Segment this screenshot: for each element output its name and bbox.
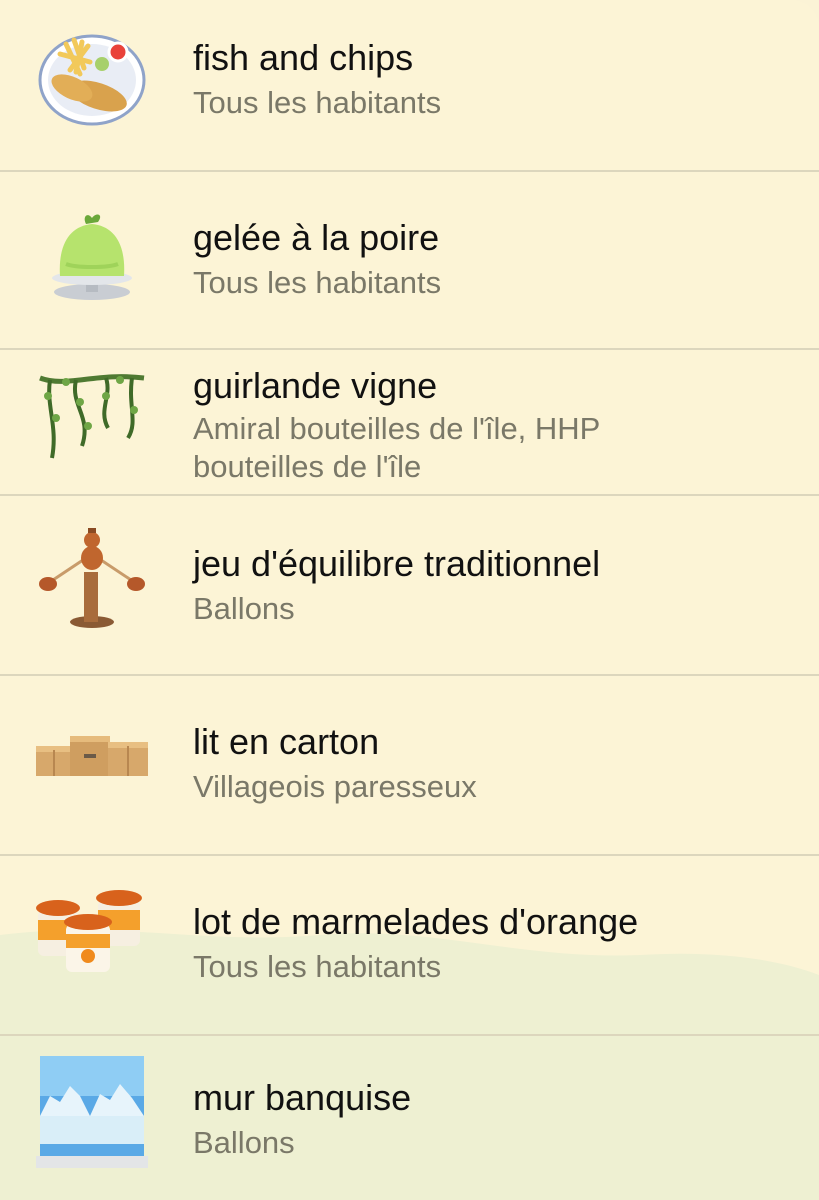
- item-subtitle: Tous les habitants: [193, 949, 442, 984]
- item-subtitle: Tous les habitants: [193, 85, 442, 120]
- item-subtitle: Ballons: [193, 591, 295, 626]
- item-title: gelée à la poire: [193, 217, 440, 258]
- list-item[interactable]: guirlande vigne Amiral bouteilles de l'î…: [0, 350, 819, 496]
- fish-and-chips-icon: [36, 22, 148, 134]
- list-item[interactable]: lot de marmelades d'orange Tous les habi…: [0, 856, 819, 1036]
- item-subtitle: Tous les habitants: [193, 265, 442, 300]
- list-item[interactable]: mur banquise Ballons: [0, 1036, 819, 1200]
- list-item[interactable]: fish and chips Tous les habitants: [0, 0, 819, 172]
- item-title: mur banquise: [193, 1077, 412, 1118]
- list-item[interactable]: lit en carton Villageois paresseux: [0, 676, 819, 856]
- item-title: fish and chips: [193, 37, 414, 78]
- item-subtitle: Ballons: [193, 1125, 295, 1160]
- pear-jelly-icon: [36, 204, 148, 316]
- item-title: jeu d'équilibre traditionnel: [193, 543, 601, 584]
- item-subtitle: Villageois paresseux: [193, 769, 477, 804]
- orange-marmalade-icon: [36, 890, 148, 1002]
- cardboard-bed-icon: [36, 710, 148, 822]
- item-title: lot de marmelades d'orange: [193, 901, 639, 942]
- balance-toy-icon: [36, 522, 148, 634]
- item-title: guirlande vigne: [193, 365, 438, 406]
- item-list-card: fish and chips Tous les habitants gelée …: [0, 0, 819, 1200]
- item-title: lit en carton: [193, 721, 380, 762]
- item-subtitle: Amiral bouteilles de l'île, HHP bouteill…: [193, 411, 600, 484]
- iceberg-wall-icon: [36, 1056, 148, 1168]
- list-item[interactable]: gelée à la poire Tous les habitants: [0, 172, 819, 350]
- list-item[interactable]: jeu d'équilibre traditionnel Ballons: [0, 496, 819, 676]
- vine-garland-icon: [36, 366, 148, 478]
